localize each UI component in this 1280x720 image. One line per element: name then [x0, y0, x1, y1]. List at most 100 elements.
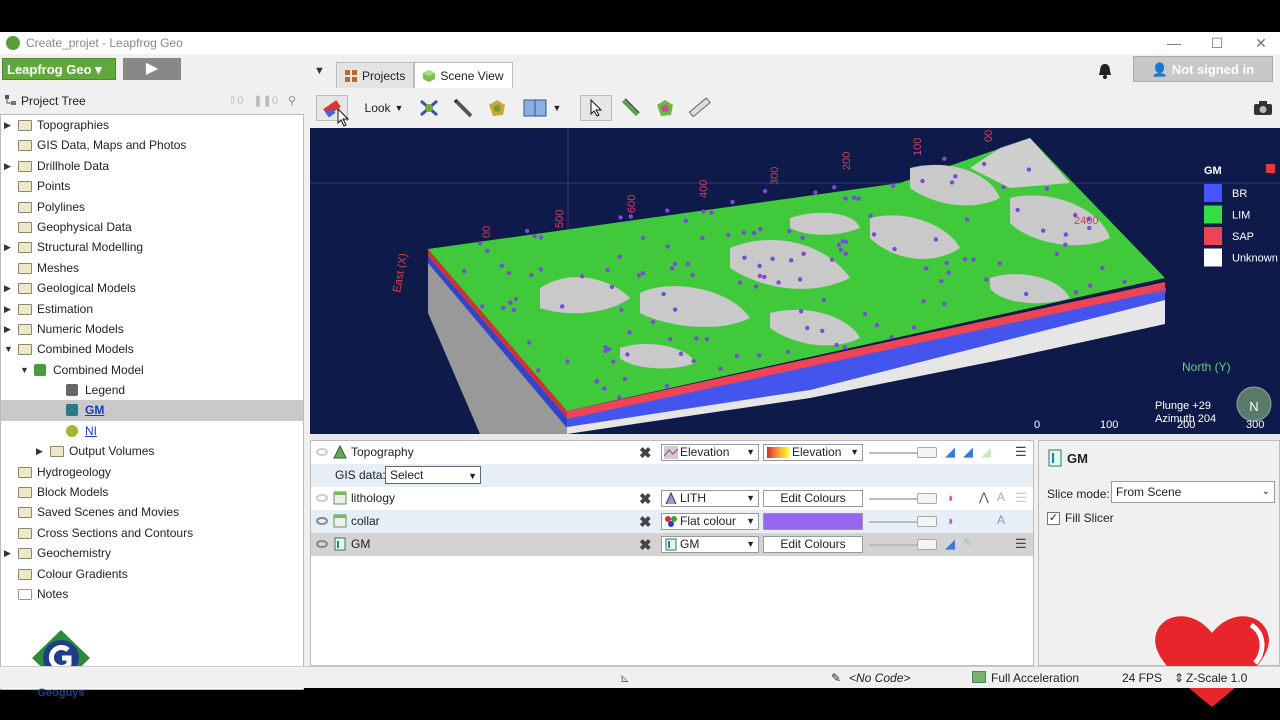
pause-icon[interactable]: ❚❚0: [253, 94, 278, 107]
play-button[interactable]: ▶: [123, 58, 181, 80]
transparency-slider[interactable]: [869, 493, 937, 504]
tree-item[interactable]: Cross Sections and Contours: [1, 523, 303, 543]
tree-item[interactable]: ▶ Estimation: [1, 299, 303, 319]
tree-item[interactable]: Saved Scenes and Movies: [1, 502, 303, 522]
expand-arrow-icon[interactable]: ▶: [4, 543, 14, 563]
slice-icon[interactable]: ✎: [963, 536, 972, 549]
drillhole-tool-button[interactable]: [414, 95, 444, 121]
gis-data-select[interactable]: Select ▼: [385, 466, 481, 484]
upload-icon[interactable]: ⇧0: [228, 94, 243, 107]
z-scale-status[interactable]: Z-Scale 1.0: [1186, 671, 1247, 685]
colour-by-select[interactable]: Flat colour ▼: [661, 513, 759, 530]
layer-row-collar[interactable]: collar ✖ Flat colour ▼ ◗ A: [311, 510, 1033, 533]
properties-list-icon[interactable]: ☰: [1015, 536, 1027, 552]
shading-icon[interactable]: ◢: [945, 536, 955, 552]
expand-arrow-icon[interactable]: ▶: [4, 299, 14, 319]
slider-handle[interactable]: [917, 493, 937, 504]
slider-handle[interactable]: [917, 447, 937, 458]
text-icon[interactable]: A: [997, 490, 1005, 504]
visibility-eye-icon[interactable]: [316, 448, 328, 456]
tree-item[interactable]: Points: [1, 176, 303, 196]
layer-row-topography[interactable]: Topography ✖ Elevation ▼ Elevation ▼ ◢ ◢ ◢…: [311, 441, 1033, 464]
cylinder-icon[interactable]: ◗: [947, 513, 955, 528]
remove-layer-icon[interactable]: ✖: [639, 490, 652, 508]
visibility-eye-icon[interactable]: [316, 517, 328, 525]
properties-list-icon[interactable]: ☰: [1015, 490, 1027, 506]
tree-item[interactable]: ▼ Combined Model: [1, 360, 303, 380]
tree-item[interactable]: NI: [1, 421, 303, 441]
scene-canvas[interactable]: East (X) North (Y) 00 500 600 400 300 20…: [310, 128, 1280, 434]
label-icon[interactable]: ⋀: [979, 490, 989, 504]
look-dropdown[interactable]: Look ▼: [360, 95, 408, 121]
tree-item[interactable]: ▼ Combined Models: [1, 339, 303, 359]
colour-by-select[interactable]: Elevation ▼: [661, 444, 759, 461]
draw-lines-button[interactable]: [616, 95, 646, 121]
select-tool-button[interactable]: [580, 95, 612, 121]
minimize-button[interactable]: —: [1164, 34, 1184, 52]
visibility-eye-icon[interactable]: [316, 540, 328, 548]
maximize-button[interactable]: ☐: [1207, 34, 1227, 52]
slider-handle[interactable]: [917, 539, 937, 550]
layer-row-lithology[interactable]: lithology ✖ LITH ▼ Edit Colours ◗ ⋀ A ☰: [311, 487, 1033, 510]
layout-dropdown[interactable]: ▼: [518, 95, 566, 121]
pen-tool-button[interactable]: [448, 95, 478, 121]
expand-arrow-icon[interactable]: ▶: [4, 156, 14, 176]
ruler-tool-button[interactable]: [684, 95, 714, 121]
surface-tool-button[interactable]: [650, 95, 680, 121]
tree-item[interactable]: GIS Data, Maps and Photos: [1, 135, 303, 155]
text-icon[interactable]: A: [997, 513, 1005, 527]
cylinder-icon[interactable]: ◗: [947, 490, 955, 505]
edit-colours-button[interactable]: Edit Colours: [763, 536, 863, 553]
fill-slicer-checkbox[interactable]: ✓: [1047, 512, 1060, 525]
search-icon[interactable]: ⚲: [288, 94, 296, 107]
tree-item[interactable]: ▶ Geochemistry: [1, 543, 303, 563]
colour-by-select[interactable]: LITH ▼: [661, 490, 759, 507]
notifications-bell-icon[interactable]: [1096, 62, 1114, 80]
tree-item[interactable]: ▶ Structural Modelling: [1, 237, 303, 257]
shading-icon[interactable]: ◢: [945, 444, 955, 460]
tab-scene-view[interactable]: Scene View: [414, 62, 513, 88]
lighting-icon[interactable]: ◢: [963, 444, 973, 460]
expand-arrow-icon[interactable]: ▶: [4, 115, 14, 135]
tree-item[interactable]: ▶ Drillhole Data: [1, 156, 303, 176]
transparency-slider[interactable]: [869, 516, 937, 527]
leapfrog-menu-button[interactable]: Leapfrog Geo ▾: [2, 58, 116, 80]
close-button[interactable]: ✕: [1251, 34, 1271, 52]
scene-view[interactable]: East (X) North (Y) 00 500 600 400 300 20…: [310, 128, 1280, 434]
mesh-tool-button[interactable]: [482, 95, 512, 121]
transparency-slider[interactable]: [869, 539, 937, 550]
tab-projects[interactable]: Projects: [336, 62, 415, 88]
tree-item[interactable]: Notes: [1, 584, 303, 604]
screenshot-button[interactable]: [1250, 95, 1276, 121]
collapse-arrow-icon[interactable]: ▼: [20, 360, 30, 380]
tree-item[interactable]: ▶ Topographies: [1, 115, 303, 135]
tree-item[interactable]: Geophysical Data: [1, 217, 303, 237]
expand-arrow-icon[interactable]: ▶: [36, 441, 46, 461]
leaf-icon[interactable]: ◢: [981, 444, 991, 460]
slider-handle[interactable]: [917, 516, 937, 527]
edit-colours-button[interactable]: Edit Colours: [763, 490, 863, 507]
gradient-select[interactable]: Elevation ▼: [763, 444, 863, 461]
layer-row-gm[interactable]: GM ✖ GM ▼ Edit Colours ◢ ✎ ☰: [311, 533, 1033, 556]
transparency-slider[interactable]: [869, 447, 937, 458]
tree-item[interactable]: Legend: [1, 380, 303, 400]
tree-item[interactable]: GM: [1, 400, 303, 421]
expand-arrow-icon[interactable]: ▶: [4, 237, 14, 257]
visibility-eye-icon[interactable]: [316, 494, 328, 502]
remove-layer-icon[interactable]: ✖: [639, 536, 652, 554]
collapse-arrow-icon[interactable]: ▼: [4, 339, 14, 359]
tree-item[interactable]: ▶ Output Volumes: [1, 441, 303, 461]
tree-item[interactable]: Hydrogeology: [1, 462, 303, 482]
remove-layer-icon[interactable]: ✖: [639, 444, 652, 462]
remove-layer-icon[interactable]: ✖: [639, 513, 652, 531]
tree-item[interactable]: Meshes: [1, 258, 303, 278]
legend-close-icon[interactable]: [1266, 164, 1275, 173]
expand-arrow-icon[interactable]: ▶: [4, 278, 14, 298]
colour-by-select[interactable]: GM ▼: [661, 536, 759, 553]
expand-arrow-icon[interactable]: ▶: [4, 319, 14, 339]
properties-list-icon[interactable]: ☰: [1015, 444, 1027, 460]
tree-item[interactable]: Colour Gradients: [1, 564, 303, 584]
tree-item[interactable]: Block Models: [1, 482, 303, 502]
tabs-menu-chevron-icon[interactable]: ▼: [314, 65, 325, 77]
no-code-status[interactable]: <No Code>: [849, 671, 910, 685]
